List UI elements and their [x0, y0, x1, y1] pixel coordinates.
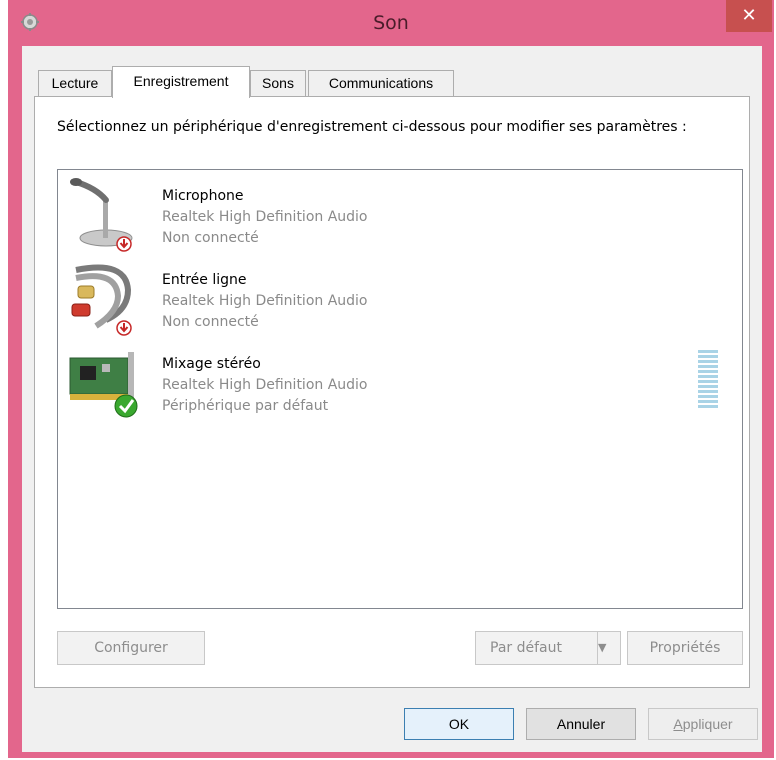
tab-enregistrement[interactable]: Enregistrement [112, 66, 250, 98]
device-name: Entrée ligne [162, 272, 247, 288]
tab-sons[interactable]: Sons [250, 70, 306, 96]
device-driver: Realtek High Definition Audio [162, 377, 368, 393]
sound-dialog: Son ✕ Lecture Enregistrement Sons Commun… [8, 0, 774, 758]
device-text: Microphone Realtek High Definition Audio… [162, 186, 368, 249]
tab-lecture[interactable]: Lecture [38, 70, 112, 96]
device-list[interactable]: Microphone Realtek High Definition Audio… [57, 169, 743, 609]
instructions-text: Sélectionnez un périphérique d'enregistr… [57, 119, 687, 135]
disconnected-badge-icon [116, 320, 132, 336]
device-status: Non connecté [162, 230, 259, 246]
configure-button[interactable]: Configurer [57, 631, 205, 665]
device-driver: Realtek High Definition Audio [162, 209, 368, 225]
device-item-line-in[interactable]: Entrée ligne Realtek High Definition Aud… [58, 254, 742, 336]
title-bar[interactable]: Son ✕ [8, 0, 774, 48]
tab-strip: Lecture Enregistrement Sons Communicatio… [38, 66, 758, 98]
disconnected-badge-icon [116, 236, 132, 252]
device-name: Microphone [162, 188, 244, 204]
device-driver: Realtek High Definition Audio [162, 293, 368, 309]
set-default-label: Par défaut [490, 640, 562, 656]
apply-label: ppliquer [682, 716, 733, 732]
chevron-down-icon[interactable]: ▼ [597, 632, 620, 664]
default-check-icon [114, 394, 138, 418]
dialog-body: Lecture Enregistrement Sons Communicatio… [22, 46, 762, 752]
device-status: Non connecté [162, 314, 259, 330]
close-icon: ✕ [741, 5, 757, 26]
microphone-icon [70, 178, 133, 252]
window-title: Son [373, 12, 409, 34]
device-name: Mixage stéréo [162, 356, 261, 372]
level-meter [698, 350, 718, 414]
cancel-button[interactable]: Annuler [526, 708, 636, 740]
ok-button[interactable]: OK [404, 708, 514, 740]
properties-button[interactable]: Propriétés [627, 631, 743, 665]
apply-button[interactable]: Appliquer [648, 708, 758, 740]
tab-communications[interactable]: Communications [308, 70, 454, 96]
line-in-cable-icon [71, 264, 132, 336]
device-text: Entrée ligne Realtek High Definition Aud… [162, 270, 368, 333]
device-status: Périphérique par défaut [162, 398, 329, 414]
apply-mnemonic: A [673, 716, 683, 732]
close-button[interactable]: ✕ [726, 0, 772, 32]
device-text: Mixage stéréo Realtek High Definition Au… [162, 354, 368, 417]
recording-panel: Sélectionnez un périphérique d'enregistr… [34, 96, 750, 688]
sound-card-icon [69, 352, 138, 418]
device-item-microphone[interactable]: Microphone Realtek High Definition Audio… [58, 170, 742, 252]
set-default-button[interactable]: Par défaut ▼ [475, 631, 621, 665]
device-item-stereo-mix[interactable]: Mixage stéréo Realtek High Definition Au… [58, 338, 742, 418]
